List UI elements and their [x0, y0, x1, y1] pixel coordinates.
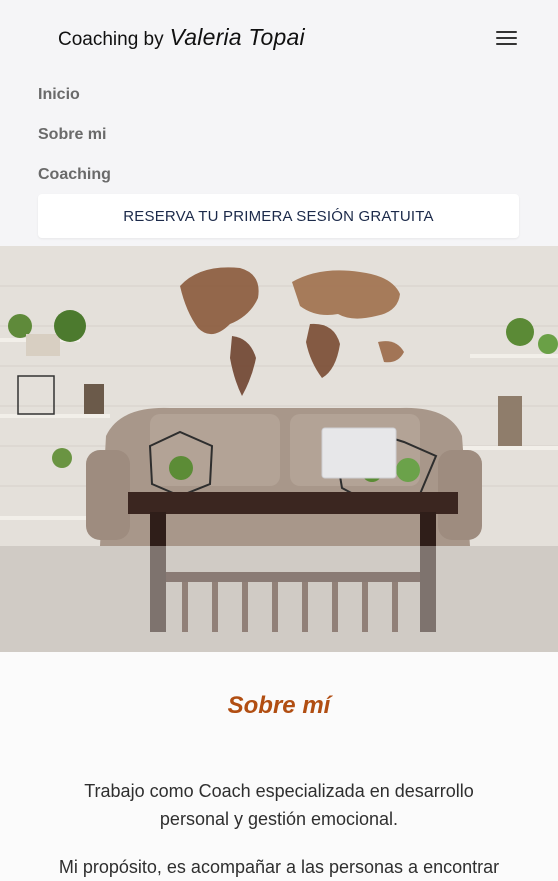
brand-prefix: Coaching by [58, 29, 164, 50]
hero-image [0, 246, 558, 652]
about-paragraph-1: Trabajo como Coach especializada en desa… [84, 781, 474, 829]
brand-name: Valeria Topai [169, 24, 305, 50]
site-header: Coaching by Valeria Topai Inicio Sobre m… [0, 0, 558, 246]
book-session-button[interactable]: RESERVA TU PRIMERA SESIÓN GRATUITA [38, 194, 519, 238]
nav-item-coaching[interactable]: Coaching [38, 166, 111, 184]
hamburger-menu-icon[interactable] [496, 30, 518, 46]
about-paragraph-2: Mi propósito, es acompañar a las persona… [58, 857, 500, 877]
nav-item-sobre-mi[interactable]: Sobre mi [38, 126, 106, 144]
nav-item-inicio[interactable]: Inicio [38, 86, 80, 104]
brand-logo[interactable]: Coaching by Valeria Topai [58, 24, 305, 54]
section-title-sobre-mi: Sobre mí [227, 692, 331, 719]
